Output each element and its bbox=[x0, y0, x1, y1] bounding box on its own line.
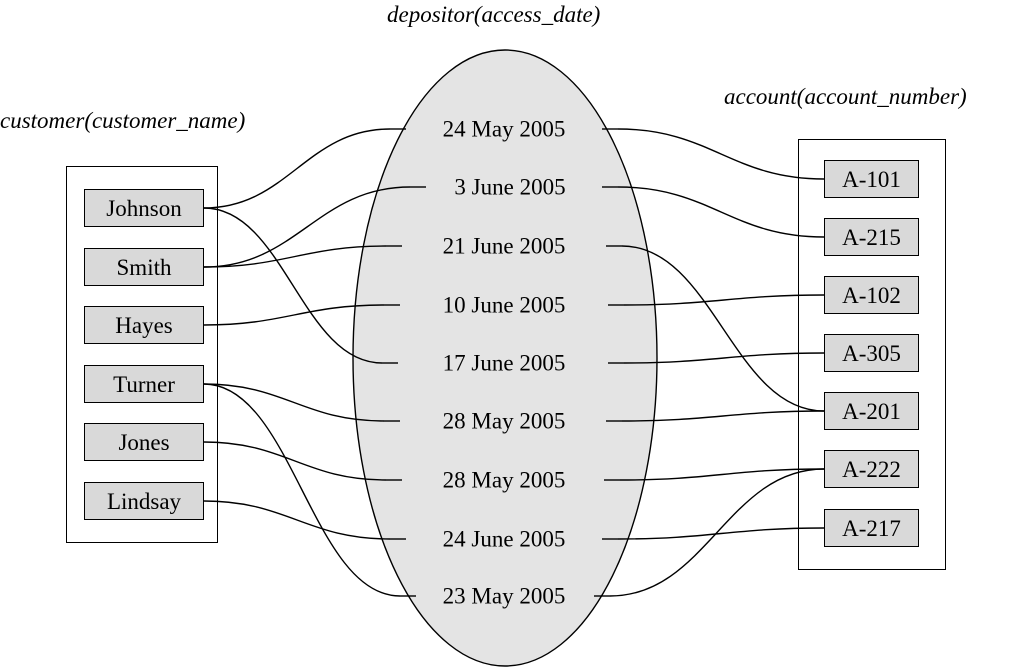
depositor-date-label: 28 May 2005 bbox=[442, 467, 566, 493]
depositor-date-label: 21 June 2005 bbox=[442, 233, 566, 259]
customer-value-box[interactable]: Lindsay bbox=[84, 482, 204, 520]
account-value-box[interactable]: A-217 bbox=[824, 509, 919, 547]
account-value-box[interactable]: A-305 bbox=[824, 334, 919, 372]
account-value-label: A-102 bbox=[842, 282, 901, 308]
date-account-edge bbox=[617, 527, 825, 540]
customer-value-label: Turner bbox=[113, 371, 175, 397]
account-value-box[interactable]: A-102 bbox=[824, 276, 919, 314]
account-value-label: A-215 bbox=[842, 224, 901, 250]
customer-value-box[interactable]: Smith bbox=[84, 248, 204, 286]
account-value-label: A-305 bbox=[842, 340, 901, 366]
account-value-box[interactable]: A-101 bbox=[824, 160, 919, 198]
account-value-box[interactable]: A-201 bbox=[824, 392, 919, 430]
account-value-label: A-222 bbox=[842, 456, 901, 482]
depositor-date-label: 17 June 2005 bbox=[442, 350, 566, 376]
customer-date-edge bbox=[203, 441, 387, 481]
account-entity-label: account(account_number) bbox=[724, 84, 967, 109]
customer-value-box[interactable]: Jones bbox=[84, 423, 204, 461]
account-value-label: A-101 bbox=[842, 166, 901, 192]
depositor-relationship-label: depositor(access_date) bbox=[387, 2, 601, 27]
account-value-box[interactable]: A-215 bbox=[824, 218, 919, 256]
customer-value-label: Hayes bbox=[115, 312, 173, 338]
date-account-edge bbox=[617, 186, 825, 238]
account-value-box[interactable]: A-222 bbox=[824, 450, 919, 488]
account-value-label: A-217 bbox=[842, 515, 901, 541]
customer-value-label: Johnson bbox=[106, 195, 182, 221]
depositor-date-label: 24 May 2005 bbox=[442, 116, 566, 142]
depositor-to-account-edges bbox=[609, 128, 825, 597]
depositor-date-label: 24 June 2005 bbox=[442, 526, 566, 552]
customer-value-box[interactable]: Turner bbox=[84, 365, 204, 403]
customer-date-edge bbox=[203, 500, 391, 540]
depositor-date-label: 28 May 2005 bbox=[442, 408, 566, 434]
depositor-date-label: 10 June 2005 bbox=[442, 292, 566, 318]
customer-value-label: Lindsay bbox=[106, 488, 182, 514]
customer-value-label: Smith bbox=[116, 254, 172, 280]
er-diagram-canvas: customer(customer_name) depositor(access… bbox=[0, 0, 1014, 668]
customer-date-edge bbox=[203, 128, 391, 209]
account-value-label: A-201 bbox=[842, 398, 901, 424]
depositor-date-label: 3 June 2005 bbox=[454, 174, 566, 200]
depositor-date-label: 23 May 2005 bbox=[442, 583, 566, 609]
customer-value-label: Jones bbox=[118, 429, 170, 455]
customer-value-box[interactable]: Hayes bbox=[84, 306, 204, 344]
date-account-edge bbox=[617, 128, 825, 180]
customer-entity-label: customer(customer_name) bbox=[0, 108, 246, 133]
customer-value-box[interactable]: Johnson bbox=[84, 189, 204, 227]
